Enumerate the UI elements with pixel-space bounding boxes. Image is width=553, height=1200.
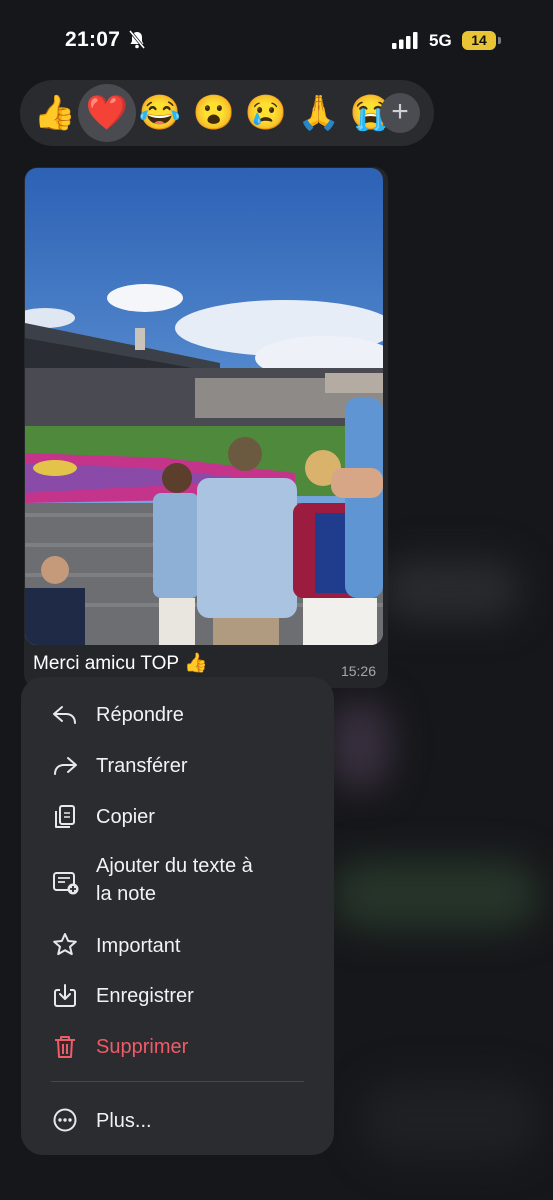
forward-icon xyxy=(54,757,77,775)
copy-icon xyxy=(55,805,75,828)
background-blur xyxy=(380,560,520,620)
save-icon xyxy=(54,984,76,1007)
menu-item-copy[interactable]: Copier xyxy=(21,801,334,833)
reaction-praying[interactable]: 🙏 xyxy=(296,90,342,136)
silent-bell-icon xyxy=(128,30,146,49)
menu-label: Plus... xyxy=(96,1110,152,1132)
menu-label: Enregistrer xyxy=(96,985,194,1007)
menu-item-save[interactable]: Enregistrer xyxy=(21,980,334,1012)
reaction-bar: 👍 ❤️ 😂 😮 😢 🙏 😭 + xyxy=(20,80,434,146)
signal-icon xyxy=(392,32,418,49)
reaction-thumbs-up[interactable]: 👍 xyxy=(32,90,78,136)
menu-label-line2: la note xyxy=(96,883,157,905)
add-reaction-button[interactable]: + xyxy=(380,93,420,133)
reply-icon xyxy=(53,706,76,724)
message-caption: Merci amicu TOP 👍 xyxy=(33,653,208,674)
menu-item-add-to-note[interactable]: Ajouter du texte à la note xyxy=(21,852,334,912)
battery-level: 14 xyxy=(462,31,496,50)
menu-label: Transférer xyxy=(96,755,188,777)
menu-item-reply[interactable]: Répondre xyxy=(21,699,334,731)
trash-icon xyxy=(55,1036,75,1058)
menu-item-important[interactable]: Important xyxy=(21,930,334,962)
battery-icon: 14 xyxy=(462,31,502,50)
menu-item-more[interactable]: Plus... xyxy=(21,1105,334,1137)
reaction-crying[interactable]: 😢 xyxy=(243,90,289,136)
menu-label: Ajouter du texte à xyxy=(96,855,253,877)
reaction-surprised[interactable]: 😮 xyxy=(191,90,237,136)
background-blur xyxy=(360,1080,540,1160)
background-blur xyxy=(330,700,390,790)
menu-label: Copier xyxy=(96,806,155,828)
background-blur xyxy=(330,860,540,930)
message-timestamp: 15:26 xyxy=(340,663,376,679)
more-icon xyxy=(53,1108,77,1132)
menu-item-forward[interactable]: Transférer xyxy=(21,750,334,782)
menu-item-delete[interactable]: Supprimer xyxy=(21,1031,334,1063)
status-bar: 21:07 5G 14 xyxy=(0,0,553,80)
context-menu: Répondre Transférer Copier Ajouter du te… xyxy=(21,677,334,1155)
reaction-laughing[interactable]: 😂 xyxy=(137,90,183,136)
reaction-heart[interactable]: ❤️ xyxy=(78,84,136,142)
message-photo[interactable] xyxy=(25,168,383,645)
menu-label: Important xyxy=(96,935,181,957)
network-type: 5G xyxy=(429,31,452,50)
menu-label: Supprimer xyxy=(96,1036,189,1058)
menu-label: Répondre xyxy=(96,704,184,726)
star-icon xyxy=(53,933,77,956)
message-bubble[interactable]: Merci amicu TOP 👍 15:26 xyxy=(24,167,388,688)
add-to-note-icon xyxy=(53,872,79,895)
menu-divider xyxy=(51,1081,304,1082)
status-time: 21:07 xyxy=(65,28,121,51)
